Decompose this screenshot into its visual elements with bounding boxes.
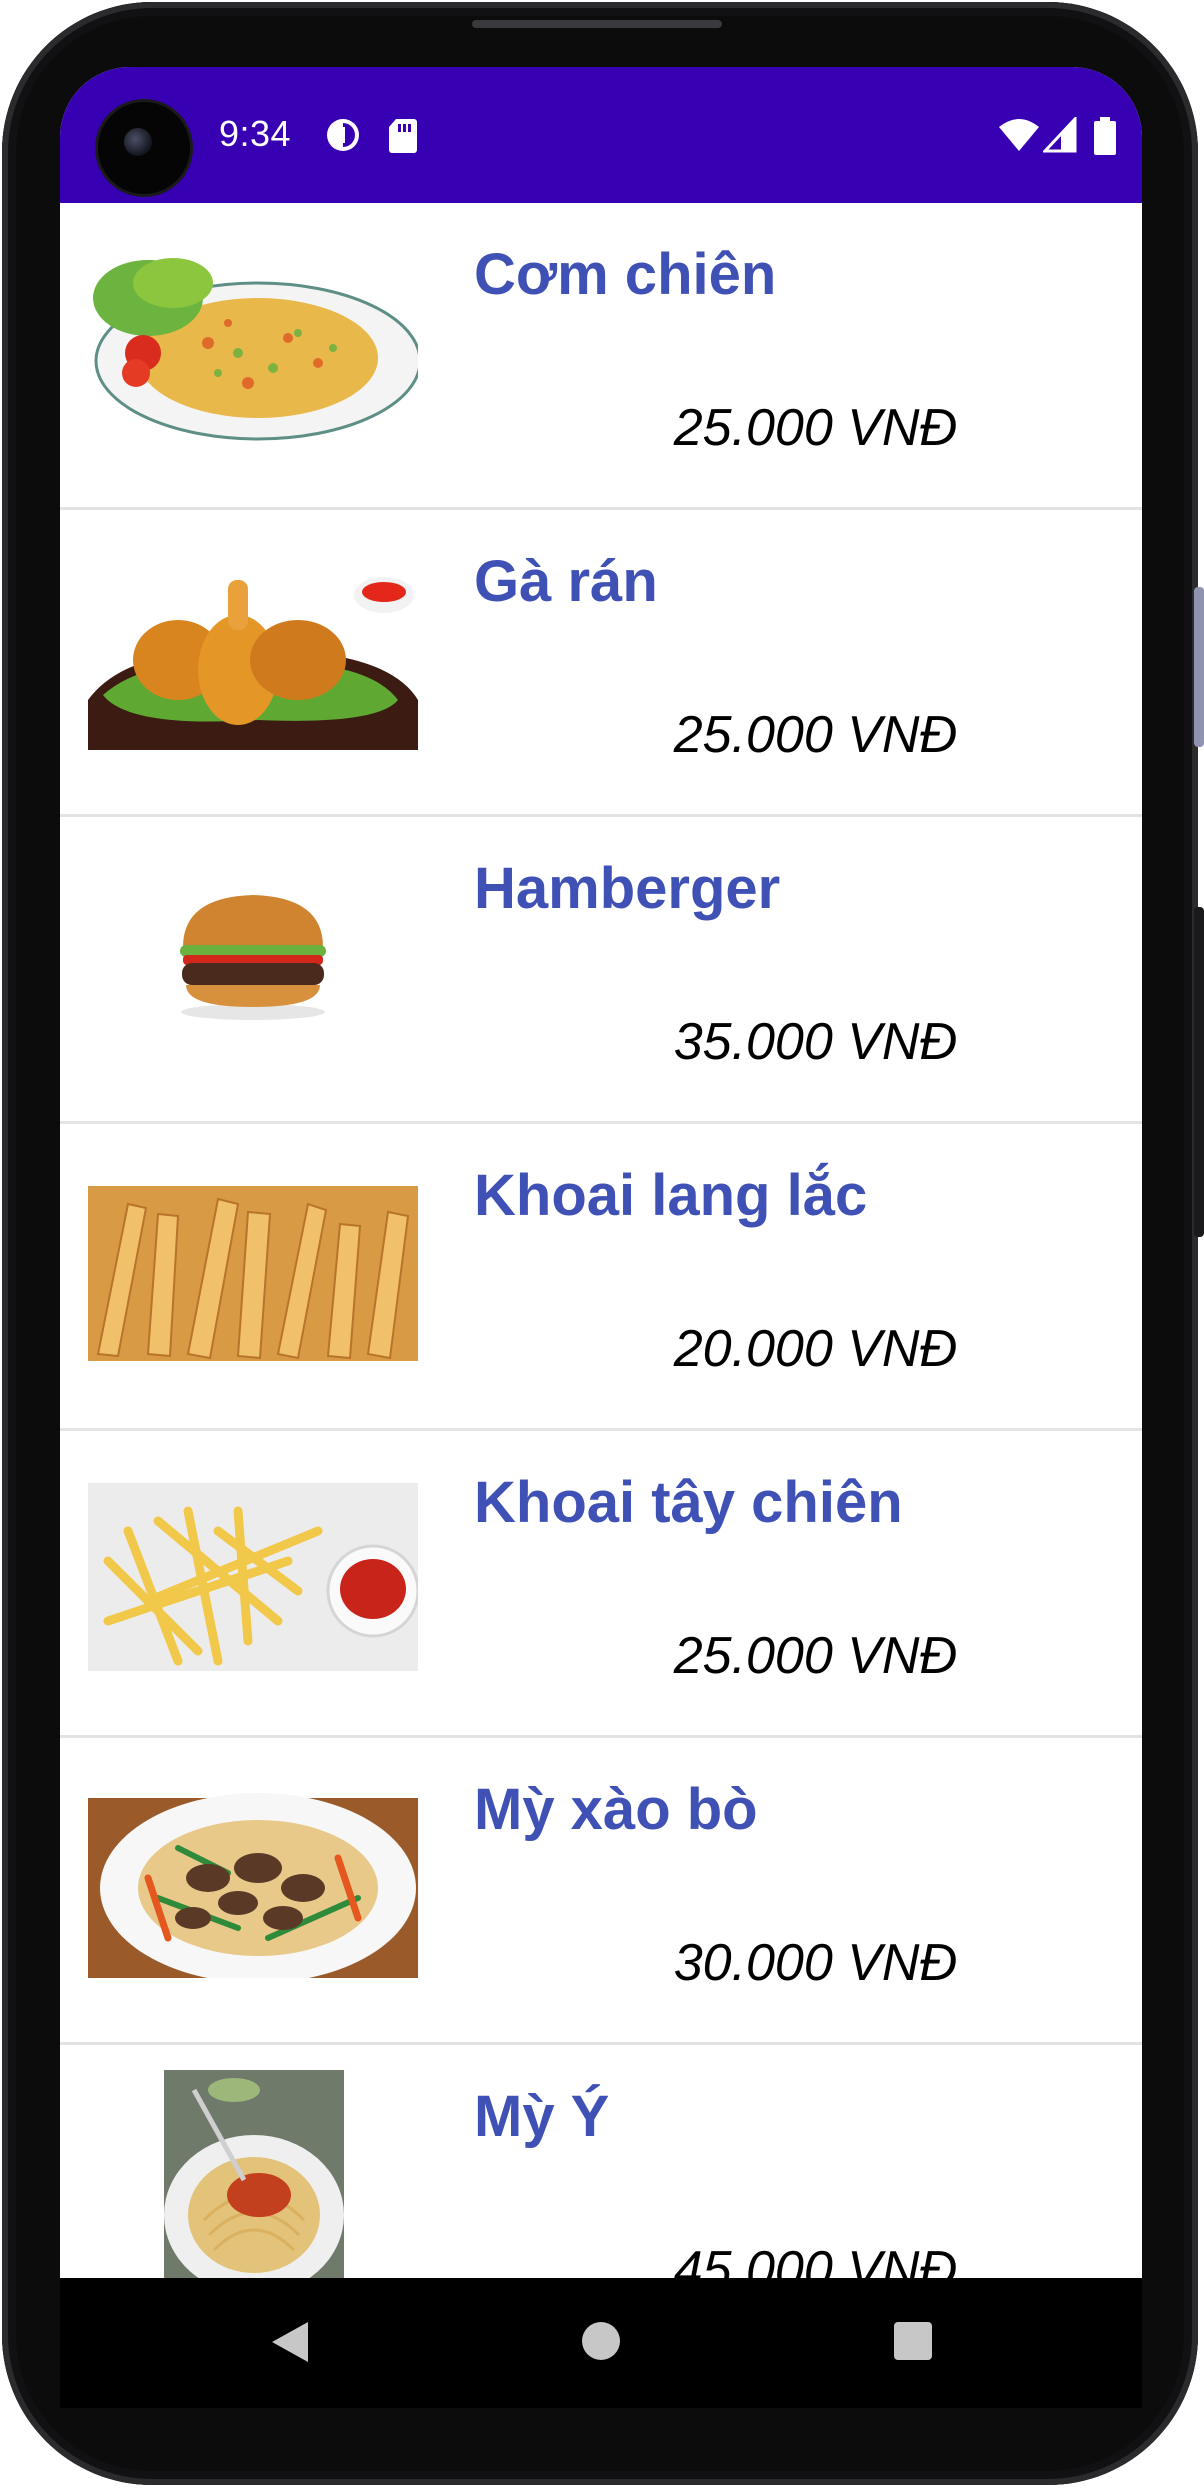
item-price: 25.000 VNĐ bbox=[673, 399, 957, 457]
item-name: Cơm chiên bbox=[474, 242, 777, 307]
item-name: Hamberger bbox=[474, 856, 781, 921]
hamburger-image bbox=[88, 857, 418, 1057]
back-icon[interactable] bbox=[270, 2320, 310, 2364]
status-time: 9:34 bbox=[219, 113, 292, 154]
fried-rice-image bbox=[88, 243, 418, 443]
item-name: Gà rán bbox=[474, 549, 658, 614]
earpiece-speaker bbox=[472, 20, 722, 28]
list-item[interactable]: Cơm chiên 25.000 VNĐ bbox=[60, 203, 1142, 510]
item-name: Mỳ xào bò bbox=[474, 1777, 758, 1842]
list-item[interactable]: Mỳ xào bò 30.000 VNĐ bbox=[60, 1738, 1142, 2045]
item-name: Khoai lang lắc bbox=[474, 1163, 868, 1228]
menu-list[interactable]: Cơm chiên 25.000 VNĐ Gà rán 25.000 VNĐ H… bbox=[60, 203, 1142, 2352]
fried-chicken-image bbox=[88, 550, 418, 750]
list-item[interactable]: Gà rán 25.000 VNĐ bbox=[60, 510, 1142, 817]
cell-signal-icon bbox=[1043, 117, 1077, 153]
item-price: 25.000 VNĐ bbox=[673, 706, 957, 764]
wifi-icon bbox=[999, 119, 1039, 151]
sd-card-icon bbox=[389, 119, 417, 153]
recents-icon[interactable] bbox=[894, 2322, 932, 2360]
list-item[interactable]: Khoai lang lắc 20.000 VNĐ bbox=[60, 1124, 1142, 1431]
item-price: 25.000 VNĐ bbox=[673, 1627, 957, 1685]
status-bar: 9:34 bbox=[60, 67, 1142, 203]
stir-fried-noodles-beef-image bbox=[88, 1778, 418, 1978]
camera-lens-icon bbox=[98, 102, 190, 194]
list-item[interactable]: Hamberger 35.000 VNĐ bbox=[60, 817, 1142, 1124]
spaghetti-image bbox=[164, 2070, 344, 2310]
battery-icon bbox=[1094, 117, 1116, 155]
item-price: 30.000 VNĐ bbox=[673, 1934, 957, 1992]
app-screen: 9:34 Cơm chiên 25.000 VNĐ Gà rán 25.000 … bbox=[60, 67, 1142, 2367]
list-item[interactable]: Khoai tây chiên 25.000 VNĐ bbox=[60, 1431, 1142, 1738]
home-icon[interactable] bbox=[582, 2322, 620, 2360]
item-price: 35.000 VNĐ bbox=[673, 1013, 957, 1071]
french-fries-image bbox=[88, 1471, 418, 1671]
navigation-bar bbox=[60, 2278, 1142, 2408]
power-button bbox=[1194, 907, 1204, 1237]
item-price: 20.000 VNĐ bbox=[673, 1320, 957, 1378]
sweet-potato-fries-image bbox=[88, 1164, 418, 1364]
item-name: Khoai tây chiên bbox=[474, 1470, 903, 1535]
data-saver-icon bbox=[327, 119, 359, 151]
volume-button bbox=[1194, 587, 1204, 747]
item-name: Mỳ Ý bbox=[474, 2084, 610, 2149]
